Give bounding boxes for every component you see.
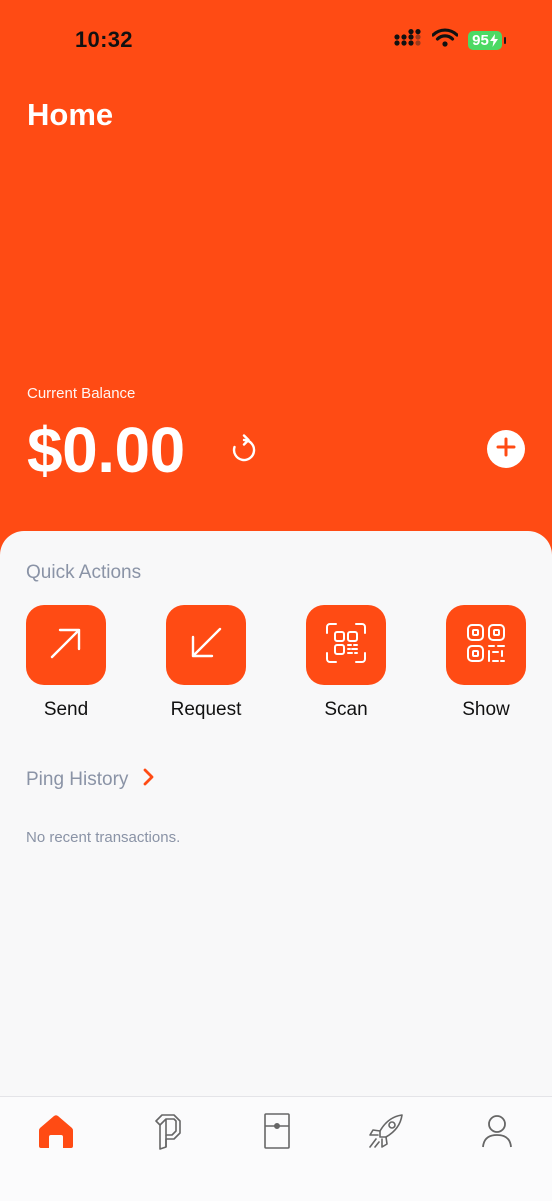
tab-card[interactable] (255, 1111, 299, 1155)
tab-bar (0, 1096, 552, 1201)
tab-home[interactable] (34, 1111, 78, 1155)
ping-history-title: Ping History (26, 768, 129, 790)
wifi-icon (431, 28, 459, 52)
qr-code-icon (464, 621, 508, 670)
card-icon (262, 1111, 292, 1156)
battery-level: 95 (472, 31, 489, 49)
arrow-down-left-icon (186, 623, 226, 668)
show-action[interactable]: Show (446, 605, 526, 721)
status-time: 10:32 (75, 27, 133, 52)
request-label: Request (170, 699, 242, 720)
quick-actions: Send Request Scan Show (26, 605, 526, 725)
show-label: Show (462, 699, 510, 720)
status-icons: 95 (394, 28, 506, 52)
scan-label: Scan (324, 699, 368, 720)
ping-history-link[interactable]: Ping History (26, 768, 156, 791)
chevron-right-icon (142, 768, 156, 791)
tab-rocket[interactable] (364, 1111, 408, 1155)
profile-icon (481, 1113, 513, 1154)
home-icon (36, 1112, 76, 1155)
request-button[interactable] (166, 605, 246, 685)
balance-header (0, 0, 552, 600)
quick-actions-title: Quick Actions (26, 562, 142, 583)
add-funds-button[interactable] (487, 430, 525, 468)
balance-label: Current Balance (27, 385, 136, 402)
tab-ping[interactable] (145, 1111, 189, 1155)
scan-action[interactable]: Scan (306, 605, 386, 721)
send-action[interactable]: Send (26, 605, 106, 721)
tab-profile[interactable] (475, 1111, 519, 1155)
request-action[interactable]: Request (166, 605, 246, 721)
refresh-icon[interactable] (230, 434, 258, 469)
cellular-signal-icon (394, 28, 422, 52)
plus-icon (496, 437, 516, 462)
show-button[interactable] (446, 605, 526, 685)
scan-button[interactable] (306, 605, 386, 685)
page-title: Home (27, 97, 114, 132)
arrow-up-right-icon (46, 623, 86, 668)
send-button[interactable] (26, 605, 106, 685)
rocket-icon (366, 1111, 406, 1156)
battery-charging-icon: 95 (468, 30, 506, 50)
qr-scan-icon (324, 621, 368, 670)
empty-transactions: No recent transactions. (26, 829, 181, 846)
balance-amount: $0.00 (27, 414, 185, 486)
send-label: Send (43, 699, 89, 720)
ping-logo-icon (150, 1111, 184, 1156)
